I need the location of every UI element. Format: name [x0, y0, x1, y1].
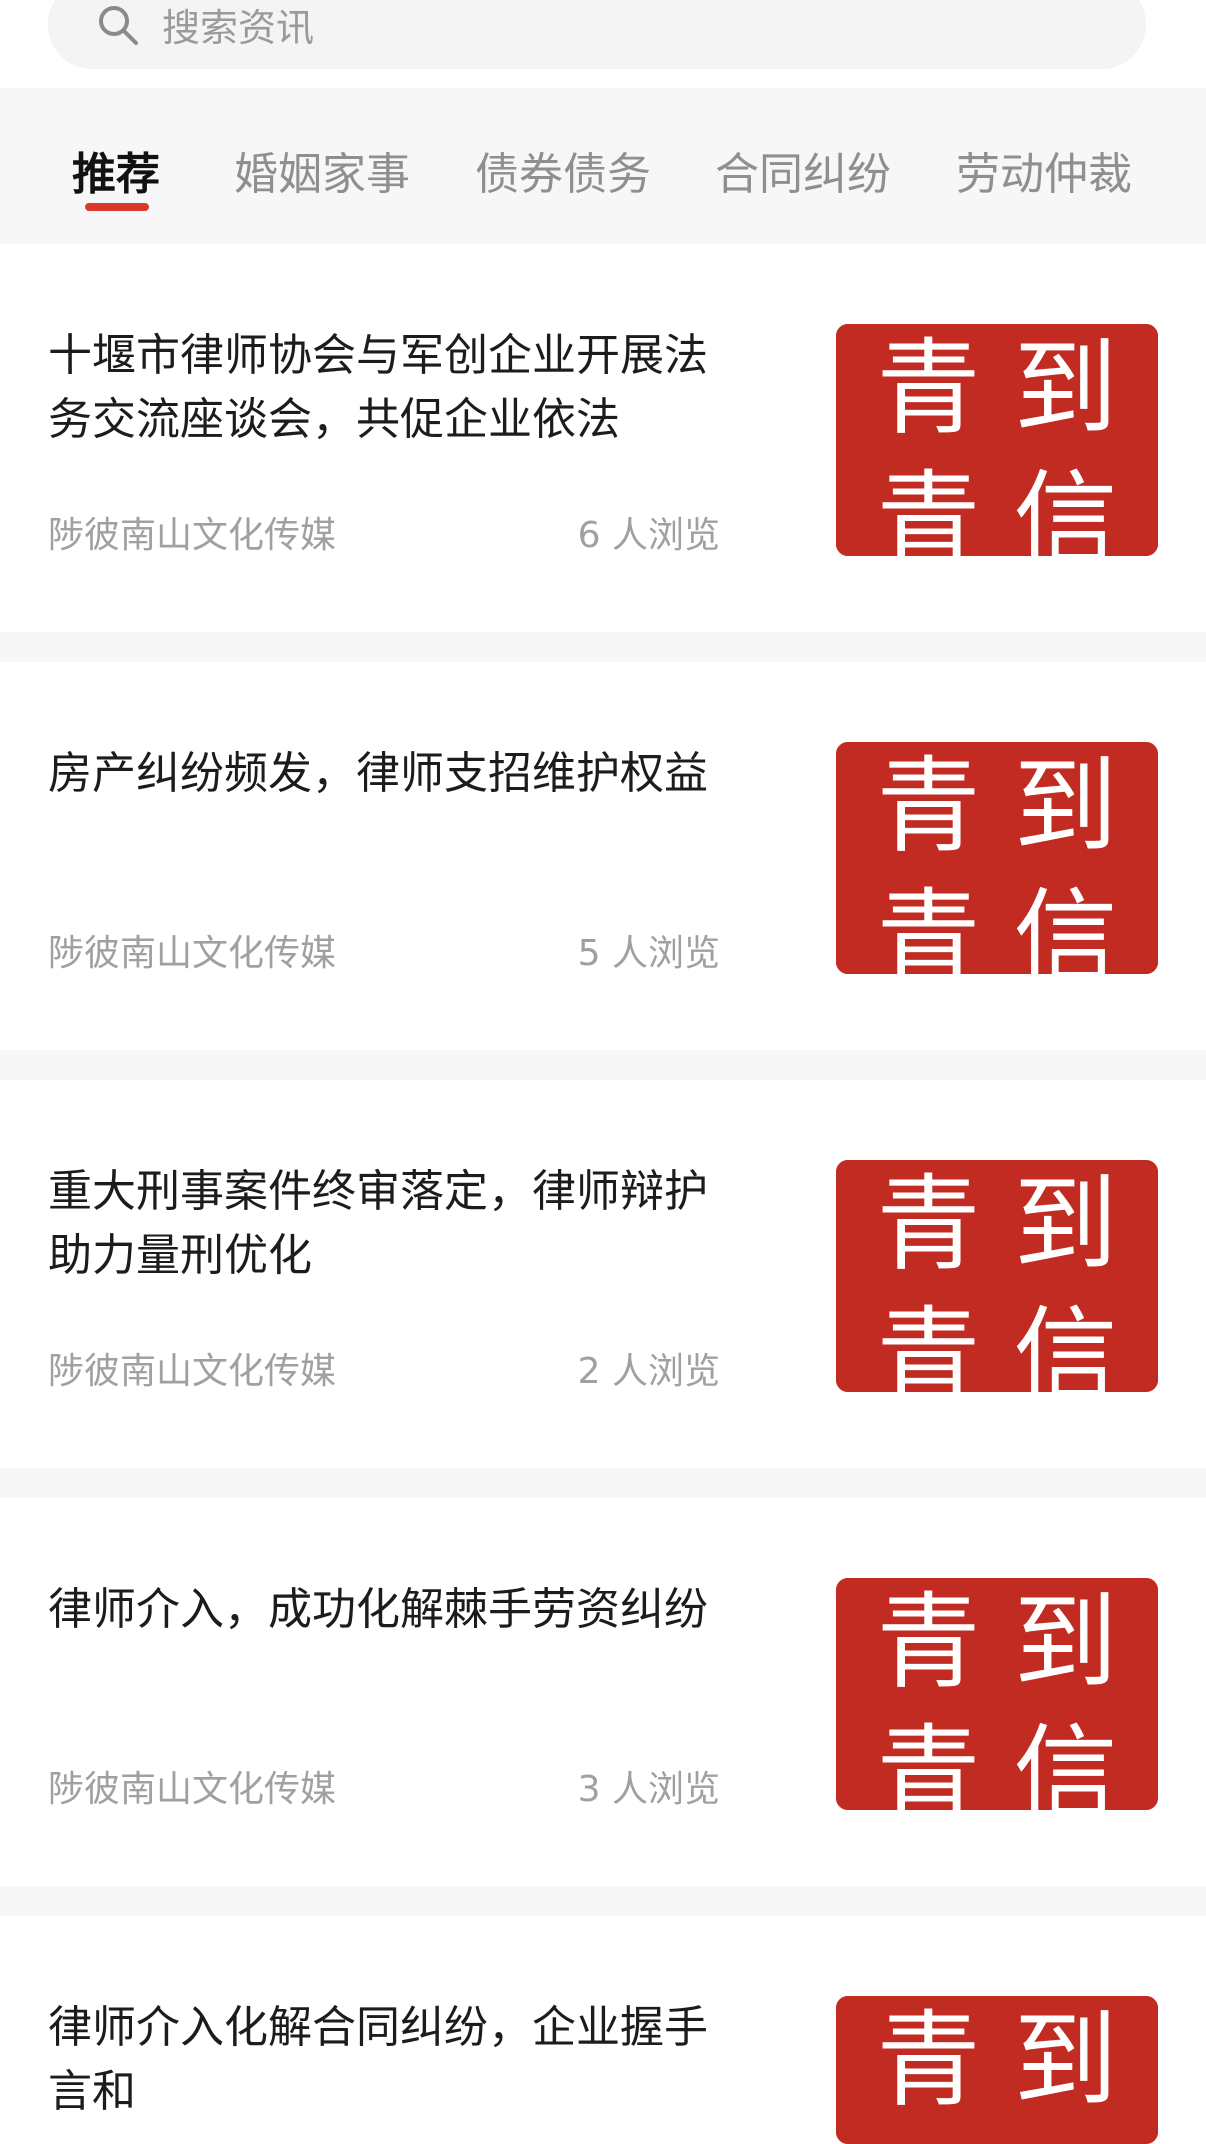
news-card[interactable]: 律师介入，成功化解棘手劳资纠纷 陟彼南山文化传媒 3 人浏览 青 到 青 信 [0, 1498, 1206, 1886]
tab-marriage-family[interactable]: 婚姻家事 [234, 138, 410, 208]
card-divider [0, 632, 1206, 662]
news-source: 陟彼南山文化传媒 [48, 515, 337, 556]
tab-bonds-debts[interactable]: 债券债务 [475, 138, 651, 208]
thumbnail-calligraphy: 青 到 青 信 [836, 1160, 1158, 1392]
card-divider [0, 1468, 1206, 1498]
news-source: 陟彼南山文化传媒 [48, 933, 337, 974]
card-divider [0, 1886, 1206, 1916]
thumbnail-calligraphy: 青 到 [836, 1996, 1158, 2144]
svg-text:青 信: 青 信 [876, 877, 1117, 974]
search-icon [96, 3, 140, 47]
svg-text:青 信: 青 信 [876, 459, 1117, 556]
svg-text:青 到: 青 到 [876, 1163, 1117, 1285]
thumbnail-calligraphy: 青 到 青 信 [836, 742, 1158, 974]
search-input[interactable]: 搜索资讯 [48, 0, 1146, 69]
search-placeholder: 搜索资讯 [162, 6, 315, 50]
category-tabs: 推荐 婚姻家事 债券债务 合同纠纷 劳动仲裁 [0, 88, 1206, 244]
news-views: 2 人浏览 [577, 1351, 720, 1392]
news-title: 重大刑事案件终审落定，律师辩护助力量刑优化 [48, 1166, 708, 1281]
active-tab-indicator [85, 203, 149, 211]
news-thumbnail: 青 到 青 信 [836, 1160, 1158, 1392]
svg-text:青 到: 青 到 [876, 1581, 1117, 1703]
thumbnail-calligraphy: 青 到 青 信 [836, 324, 1158, 556]
svg-text:青 到: 青 到 [876, 327, 1117, 449]
news-views: 6 人浏览 [577, 515, 720, 556]
news-thumbnail: 青 到 [836, 1996, 1158, 2144]
card-divider [0, 1050, 1206, 1080]
news-thumbnail: 青 到 青 信 [836, 1578, 1158, 1810]
news-title: 律师介入，成功化解棘手劳资纠纷 [48, 1584, 708, 1635]
news-card[interactable]: 十堰市律师协会与军创企业开展法务交流座谈会，共促企业依法 陟彼南山文化传媒 6 … [0, 244, 1206, 632]
news-card[interactable]: 房产纠纷频发，律师支招维护权益 陟彼南山文化传媒 5 人浏览 青 到 青 信 [0, 662, 1206, 1050]
news-views: 3 人浏览 [577, 1769, 720, 1810]
news-title: 房产纠纷频发，律师支招维护权益 [48, 748, 708, 799]
news-source: 陟彼南山文化传媒 [48, 1769, 337, 1810]
news-title: 律师介入化解合同纠纷，企业握手言和 [48, 2002, 708, 2117]
search-area: 搜索资讯 [0, 0, 1206, 88]
tab-recommend[interactable]: 推荐 [72, 138, 160, 208]
thumbnail-calligraphy: 青 到 青 信 [836, 1578, 1158, 1810]
news-thumbnail: 青 到 青 信 [836, 324, 1158, 556]
svg-text:青 信: 青 信 [876, 1295, 1117, 1392]
news-source: 陟彼南山文化传媒 [48, 1351, 337, 1392]
news-title: 十堰市律师协会与军创企业开展法务交流座谈会，共促企业依法 [48, 330, 708, 445]
news-views: 5 人浏览 [577, 933, 720, 974]
svg-text:青 到: 青 到 [876, 1999, 1117, 2121]
tab-labor-arbitration[interactable]: 劳动仲裁 [956, 138, 1132, 208]
tab-contract-disputes[interactable]: 合同纠纷 [715, 138, 891, 208]
news-card[interactable]: 重大刑事案件终审落定，律师辩护助力量刑优化 陟彼南山文化传媒 2 人浏览 青 到… [0, 1080, 1206, 1468]
svg-text:青 信: 青 信 [876, 1713, 1117, 1810]
news-thumbnail: 青 到 青 信 [836, 742, 1158, 974]
news-card[interactable]: 律师介入化解合同纠纷，企业握手言和 青 到 [0, 1916, 1206, 2144]
svg-text:青 到: 青 到 [876, 745, 1117, 867]
